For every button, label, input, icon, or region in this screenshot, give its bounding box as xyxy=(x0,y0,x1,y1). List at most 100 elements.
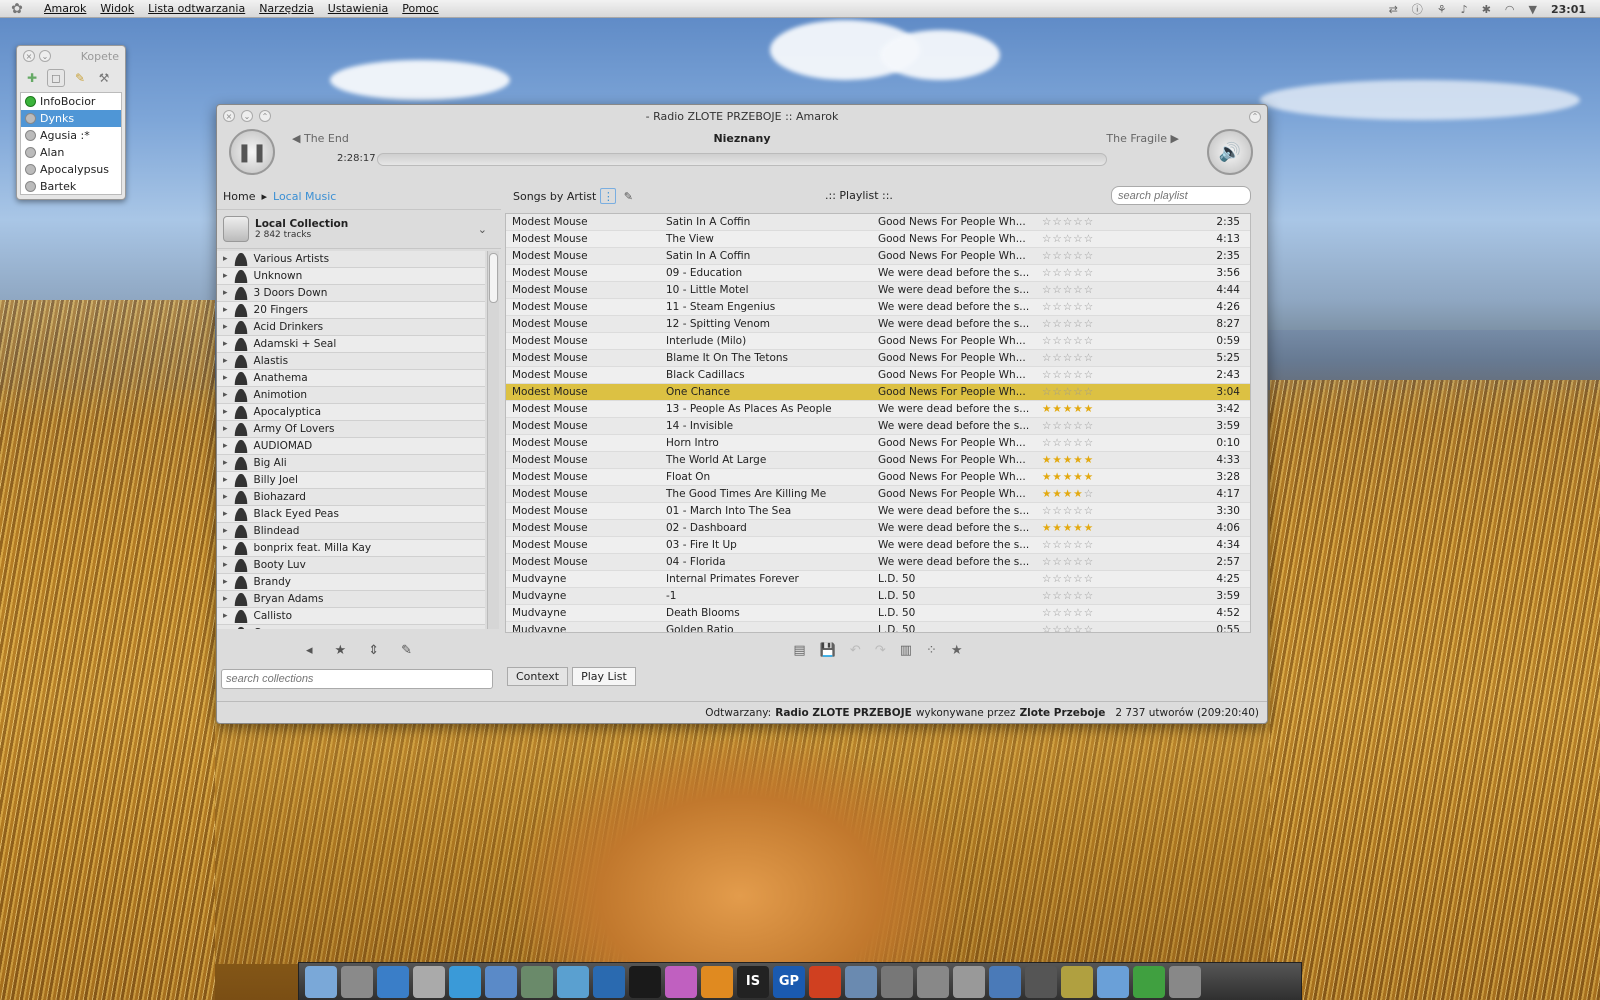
track-rating[interactable]: ☆☆☆☆☆ xyxy=(1038,369,1158,381)
rating-star-icon[interactable]: ★ xyxy=(1063,471,1073,483)
artist-item[interactable]: ▸ Biohazard xyxy=(217,489,485,506)
rating-star-icon[interactable]: ☆ xyxy=(1084,335,1094,347)
menu-pomoc[interactable]: Pomoc xyxy=(402,2,438,15)
rating-star-icon[interactable]: ☆ xyxy=(1042,624,1052,632)
expand-arrow-icon[interactable]: ▸ xyxy=(223,390,228,400)
expand-arrow-icon[interactable]: ▸ xyxy=(223,305,228,315)
clear-playlist-icon[interactable]: ▤ xyxy=(793,643,805,658)
rating-star-icon[interactable]: ☆ xyxy=(1073,505,1083,517)
artist-item[interactable]: ▸ Acid Drinkers xyxy=(217,319,485,336)
playlist-row[interactable]: Modest Mouse 11 - Steam Engenius We were d… xyxy=(506,299,1250,316)
expand-arrow-icon[interactable]: ▸ xyxy=(223,577,228,587)
rating-star-icon[interactable]: ☆ xyxy=(1084,590,1094,602)
contact-item[interactable]: InfoBocior xyxy=(21,93,121,110)
artist-item[interactable]: ▸ Anathema xyxy=(217,370,485,387)
rating-star-icon[interactable]: ★ xyxy=(1042,471,1052,483)
collection-scrollbar[interactable] xyxy=(487,251,499,629)
artist-item[interactable]: ▸ Big Ali xyxy=(217,455,485,472)
expand-arrow-icon[interactable]: ▸ xyxy=(223,288,228,298)
rating-star-icon[interactable]: ★ xyxy=(1073,471,1083,483)
artist-item[interactable]: ▸ 20 Fingers xyxy=(217,302,485,319)
rating-star-icon[interactable]: ☆ xyxy=(1084,624,1094,632)
tab-context[interactable]: Context xyxy=(507,667,569,686)
rating-star-icon[interactable]: ★ xyxy=(1052,403,1062,415)
track-rating[interactable]: ☆☆☆☆☆ xyxy=(1038,318,1158,330)
rating-star-icon[interactable]: ☆ xyxy=(1042,437,1052,449)
rating-star-icon[interactable]: ★ xyxy=(1063,403,1073,415)
track-rating[interactable]: ☆☆☆☆☆ xyxy=(1038,233,1158,245)
applet-icon[interactable]: ⚘ xyxy=(1437,3,1447,16)
expand-arrow-icon[interactable]: ▸ xyxy=(223,628,228,629)
favorite-star-icon[interactable]: ★ xyxy=(951,643,963,658)
rating-star-icon[interactable]: ☆ xyxy=(1052,607,1062,619)
gp-icon[interactable]: GP xyxy=(773,965,805,998)
info-icon[interactable]: ⓘ xyxy=(1412,1,1423,17)
contact-item[interactable]: Alan xyxy=(21,144,121,161)
blank-icon[interactable] xyxy=(953,965,985,998)
artist-item[interactable]: ▸ Apocalyptica xyxy=(217,404,485,421)
rating-star-icon[interactable]: ☆ xyxy=(1063,556,1073,568)
rating-star-icon[interactable]: ☆ xyxy=(1063,386,1073,398)
rating-star-icon[interactable]: ☆ xyxy=(1084,505,1094,517)
playlist-row[interactable]: Modest Mouse 04 - Florida We were dead bef… xyxy=(506,554,1250,571)
rating-star-icon[interactable]: ☆ xyxy=(1042,590,1052,602)
maximize-icon[interactable]: ⌃ xyxy=(259,110,271,122)
expand-arrow-icon[interactable]: ▸ xyxy=(223,254,228,264)
globe-icon[interactable] xyxy=(989,965,1021,998)
folder-icon[interactable] xyxy=(305,965,337,998)
back-icon[interactable]: ◂ xyxy=(306,643,313,658)
text-icon[interactable]: IS xyxy=(737,965,769,998)
rating-star-icon[interactable]: ★ xyxy=(1052,522,1062,534)
rating-star-icon[interactable]: ☆ xyxy=(1063,607,1073,619)
rating-star-icon[interactable]: ★ xyxy=(1042,488,1052,500)
tab-play-list[interactable]: Play List xyxy=(572,667,636,686)
track-rating[interactable]: ☆☆☆☆☆ xyxy=(1038,590,1158,602)
scrollbar-thumb[interactable] xyxy=(489,253,498,303)
play-icon[interactable] xyxy=(701,965,733,998)
rating-star-icon[interactable]: ☆ xyxy=(1052,250,1062,262)
expand-arrow-icon[interactable]: ▸ xyxy=(223,339,228,349)
rating-star-icon[interactable]: ★ xyxy=(1052,471,1062,483)
rating-star-icon[interactable]: ☆ xyxy=(1073,590,1083,602)
playlist-row[interactable]: Modest Mouse Satin In A Coffin Good News F… xyxy=(506,214,1250,231)
expand-arrow-icon[interactable]: ▸ xyxy=(223,407,228,417)
rating-star-icon[interactable]: ☆ xyxy=(1052,352,1062,364)
rating-star-icon[interactable]: ☆ xyxy=(1084,488,1094,500)
minimize-icon[interactable]: ⌄ xyxy=(39,50,51,62)
clock[interactable]: 23:01 xyxy=(1551,3,1586,16)
track-rating[interactable]: ☆☆☆☆☆ xyxy=(1038,437,1158,449)
contact-item[interactable]: Dynks xyxy=(21,110,121,127)
progress-slider[interactable] xyxy=(377,153,1107,166)
artist-item[interactable]: ▸ Bryan Adams xyxy=(217,591,485,608)
grid-icon[interactable] xyxy=(917,965,949,998)
email-icon[interactable] xyxy=(485,965,517,998)
rating-star-icon[interactable]: ☆ xyxy=(1073,420,1083,432)
contact-item[interactable]: Apocalypsus xyxy=(21,161,121,178)
artist-item[interactable]: ▸ Alastis xyxy=(217,353,485,370)
rating-star-icon[interactable]: ☆ xyxy=(1042,505,1052,517)
rating-star-icon[interactable]: ☆ xyxy=(1073,335,1083,347)
rating-star-icon[interactable]: ★ xyxy=(1073,454,1083,466)
rating-star-icon[interactable]: ☆ xyxy=(1063,233,1073,245)
rating-star-icon[interactable]: ☆ xyxy=(1084,318,1094,330)
rating-star-icon[interactable]: ☆ xyxy=(1063,539,1073,551)
rating-star-icon[interactable]: ★ xyxy=(1073,403,1083,415)
playlist-row[interactable]: Modest Mouse 01 - March Into The Sea We we… xyxy=(506,503,1250,520)
rating-star-icon[interactable]: ☆ xyxy=(1052,369,1062,381)
sort-icon[interactable]: ⇕ xyxy=(368,643,379,658)
rating-star-icon[interactable]: ★ xyxy=(1063,522,1073,534)
rating-star-icon[interactable]: ☆ xyxy=(1073,624,1083,632)
artist-item[interactable]: ▸ Animotion xyxy=(217,387,485,404)
rating-star-icon[interactable]: ☆ xyxy=(1042,318,1052,330)
rating-star-icon[interactable]: ☆ xyxy=(1042,250,1052,262)
rating-star-icon[interactable]: ☆ xyxy=(1084,233,1094,245)
breadcrumb-home[interactable]: Home xyxy=(223,190,255,203)
track-rating[interactable]: ☆☆☆☆☆ xyxy=(1038,352,1158,364)
playlist-row[interactable]: Modest Mouse The View Good News For People… xyxy=(506,231,1250,248)
media-icon[interactable] xyxy=(629,965,661,998)
next-track-button[interactable]: The Fragile ▶ xyxy=(1106,132,1179,145)
rating-star-icon[interactable]: ☆ xyxy=(1063,590,1073,602)
download-icon[interactable] xyxy=(1133,965,1165,998)
menu-amarok[interactable]: Amarok xyxy=(44,2,86,15)
star-icon[interactable]: ★ xyxy=(335,643,347,658)
